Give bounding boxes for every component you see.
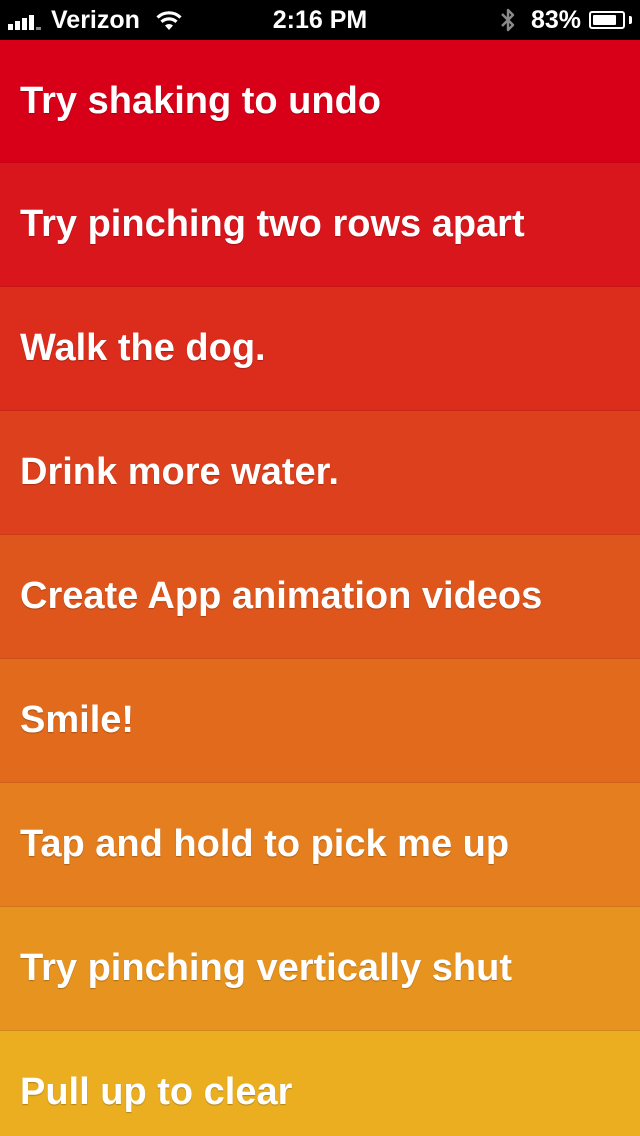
battery-icon (589, 11, 625, 29)
status-bar: Verizon 2:16 PM 83% (0, 0, 640, 40)
todo-item-label: Pull up to clear (20, 1071, 293, 1113)
todo-item[interactable]: Tap and hold to pick me up (0, 783, 640, 907)
battery-fill (593, 15, 616, 25)
battery-tip (629, 16, 632, 24)
todo-item[interactable]: Pull up to clear (0, 1031, 640, 1136)
todo-item[interactable]: Create App animation videos (0, 535, 640, 659)
todo-item[interactable]: Try pinching two rows apart (0, 163, 640, 287)
todo-item[interactable]: Smile! (0, 659, 640, 783)
battery-percent: 83% (530, 5, 581, 34)
todo-item-label: Smile! (20, 699, 135, 741)
todo-item-label: Walk the dog. (20, 327, 266, 369)
todo-list: Try shaking to undo Try pinching two rows… (0, 40, 640, 1136)
bluetooth-icon (501, 8, 515, 32)
todo-item-label: Drink more water. (20, 451, 339, 493)
todo-item-label: Tap and hold to pick me up (20, 823, 510, 865)
todo-item-label: Try pinching vertically shut (20, 947, 513, 989)
todo-item[interactable]: Try shaking to undo (0, 40, 640, 163)
status-bar-right: 83% (499, 4, 632, 36)
todo-item-label: Try shaking to undo (20, 79, 382, 122)
todo-item[interactable]: Drink more water. (0, 411, 640, 535)
todo-item[interactable]: Try pinching vertically shut (0, 907, 640, 1031)
todo-item-label: Create App animation videos (20, 575, 543, 617)
todo-item[interactable]: Walk the dog. (0, 287, 640, 411)
todo-item-label: Try pinching two rows apart (20, 203, 525, 245)
